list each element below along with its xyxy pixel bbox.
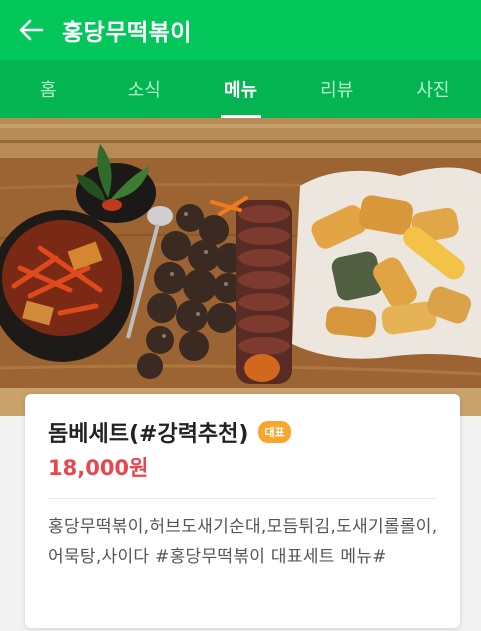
- app-header: 홍당무떡볶이: [0, 0, 481, 60]
- divider: [48, 498, 437, 499]
- menu-item-price: 18,000원: [48, 456, 149, 480]
- tab-bar: 홈 소식 메뉴 리뷰 사진: [0, 60, 481, 118]
- menu-photo: [0, 118, 481, 416]
- menu-item-description: 홍당무떡볶이,허브도새기순대,모듬튀김,도새기롤롤이,어묵탕,사이다 #홍당무떡…: [48, 517, 438, 567]
- menu-item-name: 돔베세트(#강력추천): [48, 422, 249, 447]
- tab-home[interactable]: 홈: [0, 60, 96, 118]
- menu-item-card[interactable]: 돔베세트(#강력추천) 대표 18,000원 홍당무떡볶이,허브도새기순대,모듬…: [25, 394, 460, 628]
- page-title: 홍당무떡볶이: [62, 20, 192, 46]
- menu-name-row: 돔베세트(#강력추천) 대표: [48, 416, 291, 448]
- featured-badge: 대표: [258, 421, 291, 443]
- tab-photos[interactable]: 사진: [385, 60, 481, 118]
- back-arrow-icon[interactable]: [16, 15, 46, 45]
- tab-reviews[interactable]: 리뷰: [289, 60, 385, 118]
- tab-news[interactable]: 소식: [96, 60, 192, 118]
- tab-menu[interactable]: 메뉴: [192, 60, 288, 118]
